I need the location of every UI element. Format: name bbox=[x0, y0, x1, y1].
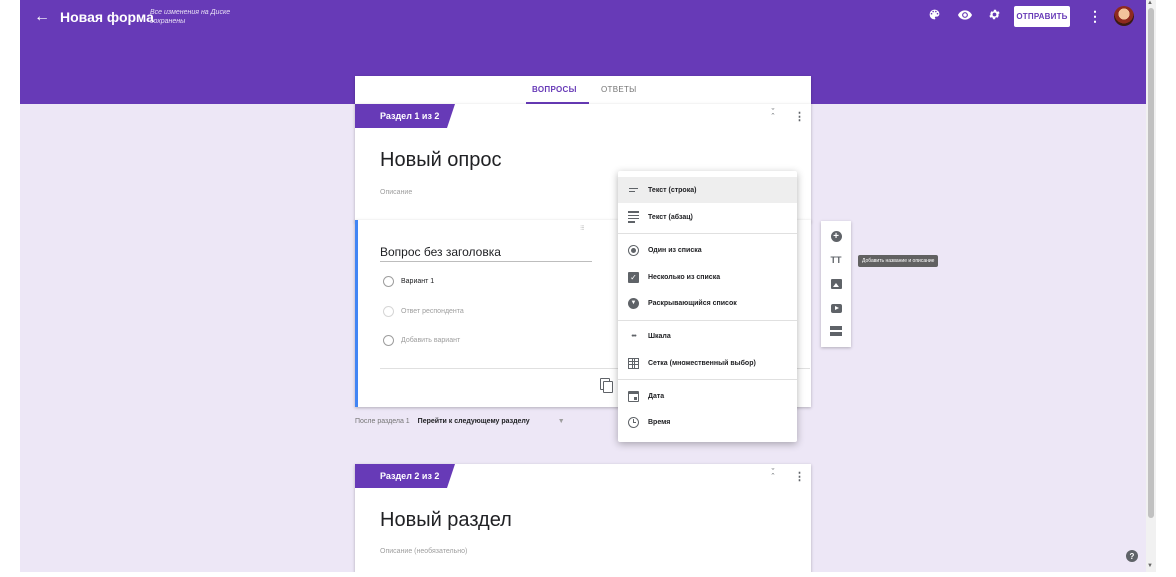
menu-item-multiple-choice[interactable]: Один из списка bbox=[618, 237, 797, 263]
copy-icon[interactable] bbox=[600, 378, 614, 393]
drag-handle-icon[interactable]: ⁝⁝⁝ bbox=[580, 224, 585, 232]
radio-checked-icon bbox=[627, 244, 640, 257]
eye-icon[interactable] bbox=[957, 8, 973, 24]
add-question-icon[interactable]: + bbox=[829, 229, 843, 243]
section-label: Раздел 2 из 2 bbox=[355, 464, 455, 488]
other-option-label: Ответ респондента bbox=[401, 308, 464, 315]
linear-scale-icon: ••• bbox=[631, 332, 636, 340]
vertical-scrollbar[interactable]: ▲ ▼ bbox=[1146, 0, 1156, 572]
section-title[interactable]: Новый опрос bbox=[380, 149, 502, 172]
radio-icon bbox=[383, 276, 394, 287]
question-title-input[interactable]: Вопрос без заголовка bbox=[380, 245, 501, 259]
section-2-card: Раздел 2 из 2 ˇˆ ⋮ Новый раздел Описание… bbox=[355, 464, 811, 572]
arrow-left-icon[interactable]: ← bbox=[34, 8, 50, 26]
add-image-icon[interactable] bbox=[829, 277, 843, 291]
after-section-label: После раздела 1 bbox=[355, 418, 410, 425]
collapse-icon[interactable]: ˇˆ bbox=[768, 468, 778, 482]
help-icon[interactable]: ? bbox=[1126, 550, 1138, 562]
side-toolbar: + TT bbox=[821, 221, 851, 347]
grid-icon bbox=[627, 357, 640, 370]
dropdown-icon: ▼ bbox=[627, 297, 640, 310]
short-text-icon bbox=[627, 184, 640, 197]
form-title[interactable]: Новая форма bbox=[60, 9, 154, 25]
after-section-select[interactable]: Перейти к следующему разделу bbox=[418, 418, 530, 425]
add-option-button[interactable]: Добавить вариант bbox=[401, 337, 460, 344]
tabs-card: ВОПРОСЫ ОТВЕТЫ bbox=[355, 76, 811, 104]
section-description-input[interactable]: Описание bbox=[380, 189, 412, 196]
option-label[interactable]: Вариант 1 bbox=[401, 278, 434, 285]
menu-separator bbox=[618, 233, 797, 234]
kebab-icon[interactable]: ⋮ bbox=[794, 470, 805, 483]
menu-separator bbox=[618, 379, 797, 380]
tooltip: Добавить название и описание bbox=[858, 255, 939, 267]
section-label: Раздел 1 из 2 bbox=[355, 104, 455, 128]
palette-icon[interactable] bbox=[926, 8, 942, 24]
menu-item-time[interactable]: Время bbox=[618, 409, 797, 435]
paragraph-icon bbox=[627, 211, 640, 224]
menu-separator bbox=[618, 320, 797, 321]
avatar[interactable] bbox=[1114, 6, 1134, 26]
tab-responses[interactable]: ОТВЕТЫ bbox=[601, 85, 637, 94]
menu-item-linear-scale[interactable]: ••• Шкала bbox=[618, 323, 797, 349]
save-status: Все изменения на Диске сохранены bbox=[150, 9, 231, 25]
scroll-down-icon[interactable]: ▼ bbox=[1147, 563, 1153, 569]
menu-item-checkboxes[interactable]: ✓ Несколько из списка bbox=[618, 264, 797, 290]
send-button[interactable]: ОТПРАВИТЬ bbox=[1014, 6, 1070, 27]
add-option-row: Добавить вариант bbox=[383, 335, 460, 346]
menu-item-grid[interactable]: Сетка (множественный выбор) bbox=[618, 350, 797, 376]
top-bar: ← Новая форма Все изменения на Диске сох… bbox=[20, 0, 1146, 34]
menu-item-dropdown[interactable]: ▼ Раскрывающийся список bbox=[618, 290, 797, 316]
question-title-underline bbox=[380, 261, 592, 262]
radio-icon bbox=[383, 335, 394, 346]
menu-item-short-text[interactable]: Текст (строка) bbox=[618, 177, 797, 203]
option-row: Вариант 1 bbox=[383, 276, 434, 287]
menu-item-date[interactable]: Дата bbox=[618, 383, 797, 409]
calendar-icon bbox=[627, 390, 640, 403]
menu-item-paragraph[interactable]: Текст (абзац) bbox=[618, 204, 797, 230]
after-section-navigation: После раздела 1 Перейти к следующему раз… bbox=[355, 418, 565, 425]
section-description-input[interactable]: Описание (необязательно) bbox=[380, 548, 467, 555]
scroll-up-icon[interactable]: ▲ bbox=[1147, 0, 1153, 6]
radio-icon bbox=[383, 306, 394, 317]
tab-questions[interactable]: ВОПРОСЫ bbox=[532, 85, 577, 94]
add-video-icon[interactable] bbox=[829, 301, 843, 315]
gear-icon[interactable] bbox=[986, 8, 1002, 24]
app-frame: ← Новая форма Все изменения на Диске сох… bbox=[20, 0, 1146, 572]
other-option-row: Ответ респондента bbox=[383, 306, 464, 317]
checkbox-icon: ✓ bbox=[627, 271, 640, 284]
chevron-down-icon[interactable]: ▼ bbox=[558, 418, 565, 425]
clock-icon bbox=[627, 416, 640, 429]
kebab-icon[interactable]: ⋮ bbox=[1087, 8, 1103, 24]
scrollbar-thumb[interactable] bbox=[1148, 8, 1154, 518]
add-title-icon[interactable]: TT bbox=[829, 253, 843, 267]
add-section-icon[interactable] bbox=[829, 324, 843, 338]
kebab-icon[interactable]: ⋮ bbox=[794, 110, 805, 123]
section-title[interactable]: Новый раздел bbox=[380, 509, 512, 532]
question-type-menu: Текст (строка) Текст (абзац) Один из спи… bbox=[618, 171, 797, 442]
collapse-icon[interactable]: ˇˆ bbox=[768, 108, 778, 122]
